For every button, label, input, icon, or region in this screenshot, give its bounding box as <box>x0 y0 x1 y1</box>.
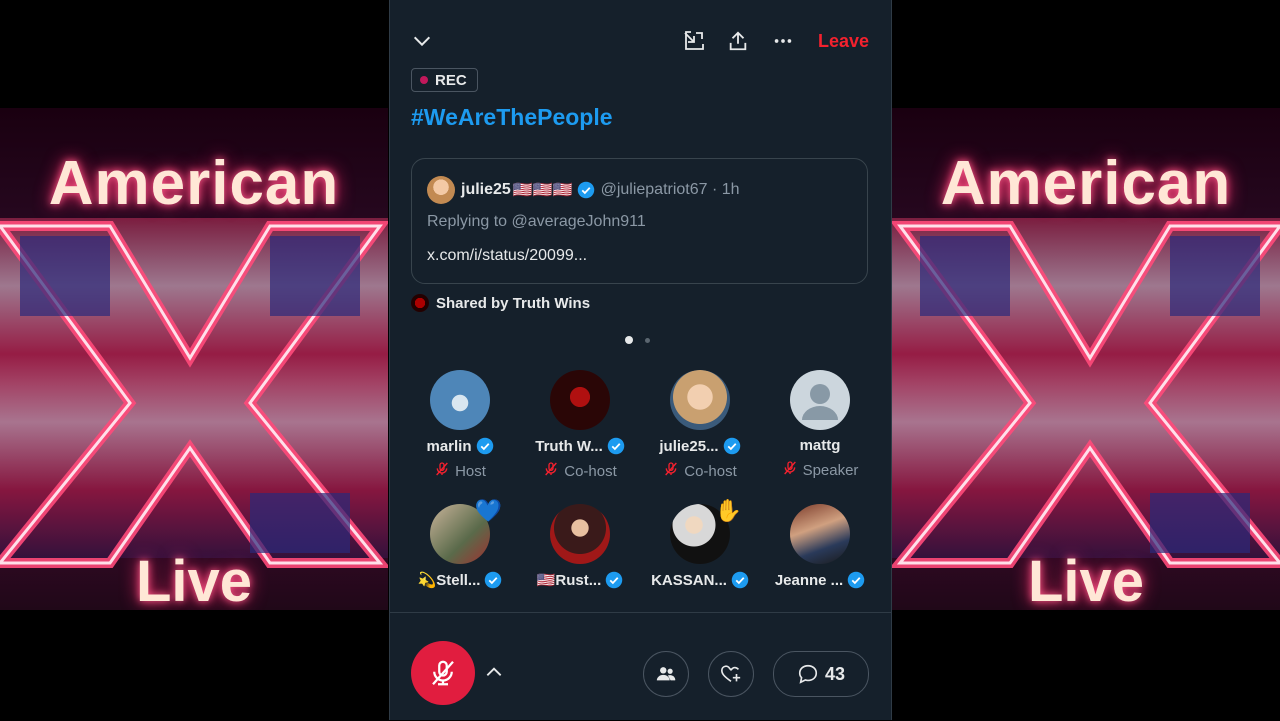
verified-icon <box>577 181 595 199</box>
participant[interactable]: julie25... Co-host <box>640 370 760 481</box>
tweet-link[interactable]: x.com/i/status/20099... <box>427 247 587 265</box>
avatar <box>430 370 490 430</box>
people-icon <box>656 667 676 681</box>
participant-role: Co-host <box>684 462 737 480</box>
participant-name: KASSAN... <box>651 571 727 589</box>
participant-name: 🇺🇸Rust... <box>536 572 602 589</box>
mic-off-icon <box>543 461 559 481</box>
verified-icon <box>476 437 494 455</box>
participant-name-row: Truth W... <box>520 437 640 455</box>
participant-role-row: Co-host <box>640 461 760 481</box>
participant-name-row: mattg <box>760 437 880 454</box>
participant-name: Truth W... <box>535 437 603 455</box>
participant-role: Speaker <box>802 461 859 479</box>
comment-count: 43 <box>824 663 846 684</box>
mic-off-icon <box>432 660 454 686</box>
participant-role: Co-host <box>564 462 617 480</box>
comment-icon <box>798 664 818 684</box>
tweet-header: julie25 🇺🇸🇺🇸🇺🇸 @juliepatriot67 · 1h <box>427 176 740 204</box>
verified-icon <box>605 571 623 589</box>
raised-hand-reaction: ✋ <box>714 498 742 523</box>
participant[interactable]: 🇺🇸Rust... <box>520 504 640 589</box>
participant-name: Jeanne ... <box>774 571 844 589</box>
rec-label: REC <box>435 71 467 89</box>
participant-name-row: marlin <box>400 437 520 455</box>
right-banner-image: American Live <box>892 108 1280 610</box>
participant-name-row: 🇺🇸Rust... <box>520 571 640 589</box>
verified-icon <box>731 571 749 589</box>
participant-name: mattg <box>799 437 841 454</box>
space-title[interactable]: #WeAreThePeople <box>411 104 613 131</box>
participant[interactable]: Truth W... Co-host <box>520 370 640 481</box>
replying-to-text: Replying to @averageJohn911 <box>427 213 646 230</box>
participant[interactable]: 💙 💫Stell... <box>400 498 520 589</box>
shared-by-text: Shared by Truth Wins <box>436 294 591 312</box>
verified-icon <box>484 571 502 589</box>
participant-name-row: 💫Stell... <box>400 571 520 589</box>
bottom-bar: 43 <box>390 612 891 721</box>
mic-off-icon <box>434 461 450 481</box>
mic-off-icon <box>663 461 679 481</box>
heart-plus-icon <box>721 665 741 683</box>
tweet-author-flags: 🇺🇸🇺🇸🇺🇸 <box>512 182 573 199</box>
share-icon[interactable] <box>724 27 752 55</box>
shared-by: Shared by Truth Wins <box>411 294 590 312</box>
participant-role-row: Co-host <box>520 461 640 481</box>
participant-role-row: Speaker <box>760 460 880 480</box>
participant[interactable]: ✋ KASSAN... <box>640 498 760 589</box>
participant-role: Host <box>455 462 486 480</box>
spaces-panel: Leave REC #WeAreThePeople julie25 🇺🇸🇺🇸🇺🇸… <box>389 0 892 720</box>
comments-button[interactable]: 43 <box>773 651 869 697</box>
avatar <box>790 504 850 564</box>
banner-live-text: Live <box>1027 549 1145 610</box>
people-button[interactable] <box>643 651 689 697</box>
avatar: 💙 <box>430 498 502 564</box>
carousel-dots <box>625 336 650 344</box>
participant-name: marlin <box>426 437 472 455</box>
chevron-down-icon[interactable] <box>408 27 436 55</box>
participant-name-row: julie25... <box>640 437 760 455</box>
avatar <box>550 504 610 564</box>
participant-name-row: KASSAN... <box>640 571 760 589</box>
avatar[interactable] <box>427 176 455 204</box>
avatar <box>670 370 730 430</box>
left-banner-image: American Live <box>0 108 388 610</box>
avatar <box>411 294 429 312</box>
participant[interactable]: Jeanne ... <box>760 504 880 589</box>
avatar <box>550 370 610 430</box>
participant-name: julie25... <box>659 437 719 455</box>
mic-off-icon <box>782 460 798 480</box>
banner-title: American <box>940 149 1232 218</box>
participant[interactable]: marlin Host <box>400 370 520 481</box>
blue-heart-reaction: 💙 <box>474 498 502 523</box>
page-dot[interactable] <box>645 337 650 343</box>
rec-dot-icon <box>420 76 428 84</box>
chevron-up-icon[interactable] <box>483 661 505 683</box>
more-icon[interactable] <box>769 27 797 55</box>
mic-toggle-button[interactable] <box>411 641 475 705</box>
verified-icon <box>607 437 625 455</box>
page-dot-active[interactable] <box>625 336 633 344</box>
tweet-author-name[interactable]: julie25 <box>461 181 511 199</box>
default-avatar-icon <box>802 384 838 420</box>
banner-live-text: Live <box>135 549 253 610</box>
participant-role-row: Host <box>400 461 520 481</box>
verified-icon <box>723 437 741 455</box>
minimize-icon[interactable] <box>680 27 708 55</box>
rec-badge: REC <box>411 68 478 92</box>
pinned-tweet-card[interactable]: julie25 🇺🇸🇺🇸🇺🇸 @juliepatriot67 · 1h Repl… <box>411 158 868 284</box>
avatar <box>790 370 850 430</box>
leave-button[interactable]: Leave <box>818 31 869 52</box>
participant-name: 💫Stell... <box>417 572 481 589</box>
react-button[interactable] <box>708 651 754 697</box>
participant-name-row: Jeanne ... <box>760 571 880 589</box>
tweet-author-handle: @juliepatriot67 · 1h <box>600 181 740 198</box>
avatar: ✋ <box>670 498 742 564</box>
verified-icon <box>847 571 865 589</box>
banner-title: American <box>48 149 340 218</box>
top-bar: Leave <box>390 22 891 62</box>
participant[interactable]: mattg Speaker <box>760 370 880 480</box>
